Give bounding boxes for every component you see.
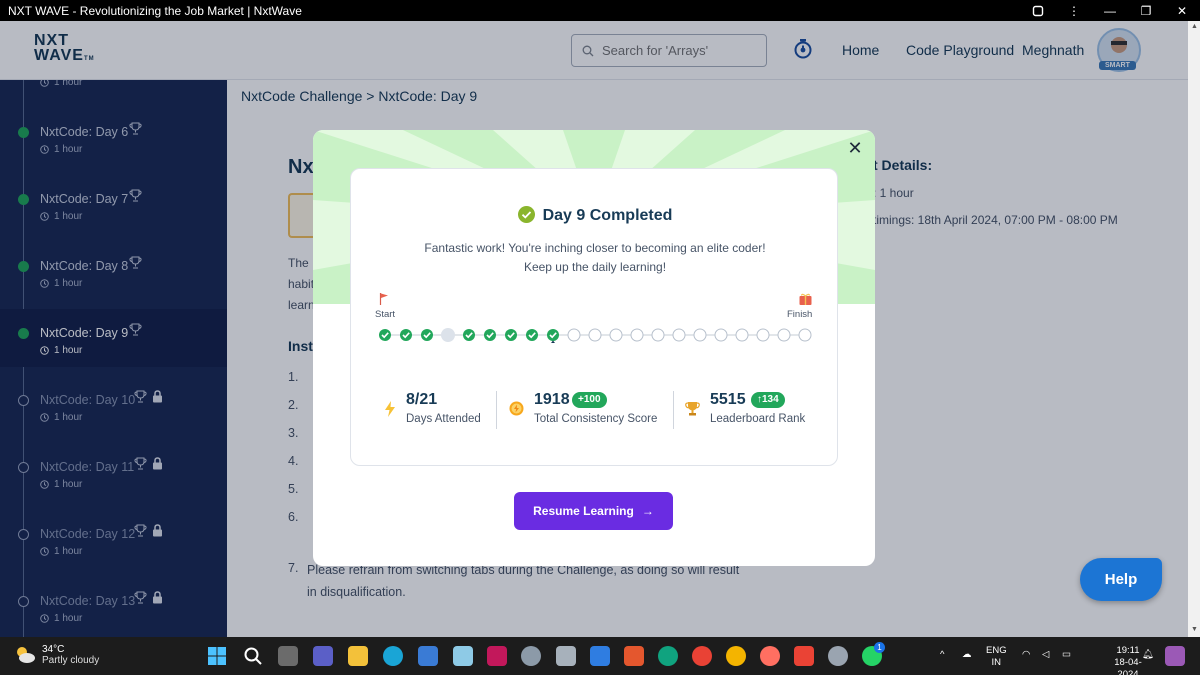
chevron-up-icon[interactable]: ^ (940, 649, 944, 661)
window-title: NXT WAVE - Revolutionizing the Job Marke… (8, 3, 302, 18)
progress-day-18 (735, 328, 749, 342)
leaderboard-rank-label: Leaderboard Rank (710, 413, 806, 425)
notepad-icon[interactable] (590, 646, 610, 666)
whatsapp-badge: 1 (874, 642, 885, 653)
battery-icon[interactable]: ▭ (1062, 649, 1071, 661)
notification-bell-icon[interactable]: 🔔︎ (1142, 649, 1154, 661)
day-completed-modal: ✕ Day 9 Completed Fantastic work! You're… (313, 130, 875, 566)
calculator-icon[interactable] (556, 646, 576, 666)
progress-day-17 (714, 328, 728, 342)
extension-icon[interactable] (1020, 0, 1056, 21)
chrome-profile-icon[interactable] (726, 646, 746, 666)
modal-title-text: Day 9 Completed (542, 207, 673, 224)
progress-day-12 (609, 328, 623, 342)
current-day-marker (551, 340, 555, 343)
page-scrollbar[interactable]: ▲ ▼ (1188, 21, 1200, 637)
file-explorer-icon[interactable] (348, 646, 368, 666)
settings-icon[interactable] (521, 646, 541, 666)
search-taskbar-icon[interactable] (243, 646, 263, 666)
progress-day-2 (400, 329, 412, 341)
scroll-up-icon[interactable]: ▲ (1191, 23, 1198, 30)
wifi-icon[interactable]: ◠ (1022, 649, 1030, 661)
progress-day-5 (463, 329, 475, 341)
progress-day-1 (379, 329, 391, 341)
arrow-right-icon: → (641, 504, 654, 518)
subtitle-line: Fantastic work! You're inching closer to… (424, 241, 766, 255)
consistency-score-value: 1918 (534, 391, 570, 408)
anydesk-icon[interactable] (487, 646, 507, 666)
completion-card: Day 9 Completed Fantastic work! You're i… (350, 168, 838, 466)
chrome-app-icon[interactable] (760, 646, 780, 666)
score-increase-badge: +100 (572, 392, 607, 408)
weather-condition: Partly cloudy (42, 655, 100, 666)
gmail-icon[interactable] (794, 646, 814, 666)
progress-day-8 (526, 329, 538, 341)
minimize-icon[interactable]: — (1092, 0, 1128, 21)
resume-learning-label: Resume Learning (533, 504, 634, 518)
close-modal-button[interactable]: ✕ (847, 139, 863, 157)
trophy-icon (685, 402, 700, 416)
progress-day-21 (798, 328, 812, 342)
start-label: Start (375, 309, 396, 320)
progress-track (379, 328, 812, 343)
snipping-tool-icon[interactable] (453, 646, 473, 666)
help-button[interactable]: Help (1080, 558, 1162, 601)
progress-day-14 (651, 328, 665, 342)
progress-day-16 (693, 328, 707, 342)
progress-day-13 (630, 328, 644, 342)
progress-day-20 (777, 328, 791, 342)
rank-increase-badge: ↑134 (751, 392, 785, 408)
language-line1: ENG (986, 645, 1007, 656)
volume-icon[interactable]: ◁ (1042, 649, 1049, 661)
progress-day-11 (588, 328, 602, 342)
close-window-icon[interactable]: ✕ (1164, 0, 1200, 21)
check-circle-icon (517, 206, 535, 223)
edge-icon[interactable] (383, 646, 403, 666)
days-attended-value: 8/21 (406, 391, 438, 408)
progress-day-7 (505, 329, 517, 341)
days-attended-label: Days Attended (406, 413, 481, 425)
browser-title-bar: NXT WAVE - Revolutionizing the Job Marke… (0, 0, 1200, 21)
modal-subtitle: Fantastic work! You're inching closer to… (351, 239, 839, 277)
finish-label: Finish (787, 309, 813, 320)
page: NXT WAVETM Home Code Playground Meghnath… (0, 21, 1188, 637)
windows-start-icon[interactable] (207, 646, 227, 666)
progress-day-10 (567, 328, 581, 342)
language-indicator[interactable]: ENG IN (986, 645, 1007, 669)
task-view-icon[interactable] (278, 646, 298, 666)
weather-temp: 34°C (42, 644, 65, 655)
onedrive-icon[interactable]: ☁ (962, 649, 972, 661)
language-line2: IN (991, 657, 1002, 668)
progress-day-19 (756, 328, 770, 342)
progress-day-3 (421, 329, 433, 341)
restore-icon[interactable]: ❐ (1128, 0, 1164, 21)
chrome-icon[interactable] (692, 646, 712, 666)
start-flag-icon (379, 293, 388, 305)
bolt-icon (385, 401, 395, 417)
finish-gift-icon (799, 293, 812, 305)
progress-day-4 (441, 328, 455, 342)
progress-day-6 (484, 329, 496, 341)
coin-icon (509, 401, 524, 416)
chatgpt-icon[interactable] (658, 646, 678, 666)
active-app-icon[interactable] (828, 646, 848, 666)
leaderboard-rank-value: 5515 (710, 391, 746, 408)
windows-taskbar: 34°C Partly cloudy 1 ^ ☁ ENG IN ◠ ◁ ▭ 19… (0, 637, 1200, 675)
store-icon[interactable] (418, 646, 438, 666)
scroll-down-icon[interactable]: ▼ (1191, 626, 1198, 633)
teams-icon[interactable] (313, 646, 333, 666)
progress-day-9 (547, 329, 559, 341)
partly-cloudy-icon (17, 647, 35, 663)
stat-divider (673, 391, 674, 429)
brave-icon[interactable] (624, 646, 644, 666)
resume-learning-button[interactable]: Resume Learning → (514, 492, 673, 530)
more-menu-icon[interactable]: ⋮ (1056, 0, 1092, 21)
weather-widget[interactable]: 34°C Partly cloudy (14, 644, 99, 666)
consistency-score-label: Total Consistency Score (534, 413, 658, 425)
progress-day-15 (672, 328, 686, 342)
subtitle-line: Keep up the daily learning! (523, 260, 667, 274)
copilot-icon[interactable] (1165, 646, 1185, 666)
modal-title: Day 9 Completed (351, 206, 839, 225)
stat-divider (496, 391, 497, 429)
